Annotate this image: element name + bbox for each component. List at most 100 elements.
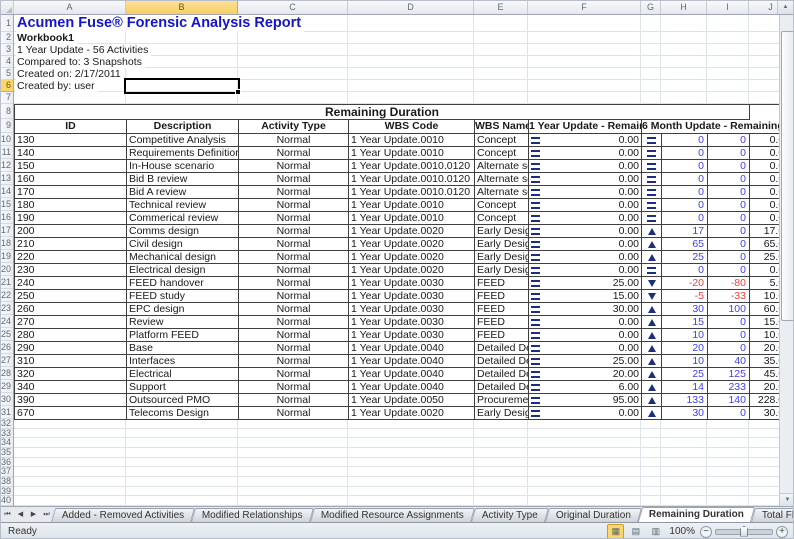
- row-header-21[interactable]: 21: [1, 276, 13, 289]
- first-sheet-icon[interactable]: ⏮: [1, 508, 14, 522]
- empty-cell[interactable]: [661, 80, 707, 91]
- previous-sheet-icon[interactable]: ◀: [14, 508, 27, 522]
- normal-view-icon[interactable]: ▦: [607, 524, 624, 539]
- row-header-16[interactable]: 16: [1, 211, 13, 224]
- table-row[interactable]: 200Comms designNormal1 Year Update.0020E…: [15, 225, 779, 238]
- empty-cell[interactable]: [126, 438, 238, 447]
- empty-cell[interactable]: [474, 92, 528, 103]
- empty-cell[interactable]: [238, 80, 348, 91]
- row-header-2[interactable]: 2: [1, 32, 13, 44]
- empty-cell[interactable]: [528, 429, 641, 438]
- empty-cell[interactable]: [661, 496, 707, 505]
- empty-cell[interactable]: [126, 477, 238, 486]
- empty-cell[interactable]: [14, 448, 126, 457]
- empty-cell[interactable]: [14, 496, 126, 505]
- empty-cell[interactable]: [661, 44, 707, 55]
- empty-cell[interactable]: [661, 438, 707, 447]
- empty-cell[interactable]: [528, 15, 641, 31]
- row-header-12[interactable]: 12: [1, 159, 13, 172]
- empty-cell[interactable]: [661, 68, 707, 79]
- row-header-28[interactable]: 28: [1, 367, 13, 380]
- empty-cell[interactable]: [528, 438, 641, 447]
- active-cell-selection[interactable]: [124, 78, 240, 94]
- empty-cell[interactable]: [749, 80, 779, 91]
- empty-cell[interactable]: [641, 419, 661, 428]
- empty-cell[interactable]: [707, 429, 749, 438]
- empty-cell[interactable]: [348, 68, 474, 79]
- empty-cell[interactable]: [348, 429, 474, 438]
- empty-cell[interactable]: [528, 419, 641, 428]
- row-header-13[interactable]: 13: [1, 172, 13, 185]
- empty-cell[interactable]: [707, 15, 749, 31]
- empty-cell[interactable]: [14, 419, 126, 428]
- empty-cell[interactable]: [528, 44, 641, 55]
- table-row[interactable]: 290BaseNormal1 Year Update.0040Detailed …: [15, 342, 779, 355]
- empty-cell[interactable]: [14, 487, 126, 496]
- empty-cell[interactable]: [661, 32, 707, 43]
- row-header-30[interactable]: 30: [1, 393, 13, 406]
- empty-cell[interactable]: [348, 467, 474, 476]
- empty-cell[interactable]: [707, 80, 749, 91]
- empty-cell[interactable]: [707, 56, 749, 67]
- table-row[interactable]: 250FEED studyNormal1 Year Update.0030FEE…: [15, 290, 779, 303]
- empty-cell[interactable]: [528, 56, 641, 67]
- select-all-corner[interactable]: [1, 1, 14, 14]
- table-row[interactable]: 260EPC designNormal1 Year Update.0030FEE…: [15, 303, 779, 316]
- empty-cell[interactable]: [528, 458, 641, 467]
- empty-cell[interactable]: [707, 477, 749, 486]
- empty-cell[interactable]: [238, 448, 348, 457]
- empty-cell[interactable]: [474, 429, 528, 438]
- empty-cell[interactable]: [641, 56, 661, 67]
- empty-cell[interactable]: [661, 467, 707, 476]
- empty-cell[interactable]: [528, 467, 641, 476]
- row-header-5[interactable]: 5: [1, 68, 13, 80]
- empty-cell[interactable]: [641, 429, 661, 438]
- empty-cell[interactable]: [749, 429, 779, 438]
- table-row[interactable]: 170Bid A reviewNormal1 Year Update.0010.…: [15, 186, 779, 199]
- sheet-tab-modified-relationships[interactable]: Modified Relationships: [191, 508, 314, 522]
- empty-cell[interactable]: [528, 487, 641, 496]
- empty-cell[interactable]: [661, 92, 707, 103]
- empty-cell[interactable]: [348, 419, 474, 428]
- empty-cell[interactable]: [348, 44, 474, 55]
- empty-cell[interactable]: [707, 44, 749, 55]
- empty-cell[interactable]: [126, 419, 238, 428]
- page-break-view-icon[interactable]: ▥: [647, 524, 664, 539]
- row-header-1[interactable]: 1: [1, 15, 13, 32]
- page-layout-view-icon[interactable]: ▤: [627, 524, 644, 539]
- column-header-J[interactable]: J: [749, 1, 777, 14]
- empty-cell[interactable]: [238, 419, 348, 428]
- empty-cell[interactable]: [749, 467, 779, 476]
- empty-cell[interactable]: [641, 44, 661, 55]
- empty-cell[interactable]: [749, 496, 779, 505]
- empty-cell[interactable]: [707, 92, 749, 103]
- empty-cell[interactable]: [707, 68, 749, 79]
- table-row[interactable]: 220Mechanical designNormal1 Year Update.…: [15, 251, 779, 264]
- table-row[interactable]: 140Requirements DefinitionNormal1 Year U…: [15, 147, 779, 160]
- empty-cell[interactable]: [348, 477, 474, 486]
- empty-cell[interactable]: [348, 56, 474, 67]
- empty-cell[interactable]: [749, 419, 779, 428]
- zoom-slider[interactable]: [715, 529, 773, 535]
- column-header-I[interactable]: I: [707, 1, 749, 14]
- row-header-29[interactable]: 29: [1, 380, 13, 393]
- row-header-14[interactable]: 14: [1, 185, 13, 198]
- row-header-17[interactable]: 17: [1, 224, 13, 237]
- empty-cell[interactable]: [474, 15, 528, 31]
- empty-cell[interactable]: [474, 68, 528, 79]
- empty-cell[interactable]: [749, 44, 779, 55]
- table-row[interactable]: 340SupportNormal1 Year Update.0040Detail…: [15, 381, 779, 394]
- empty-cell[interactable]: [14, 458, 126, 467]
- table-row[interactable]: 160Bid B reviewNormal1 Year Update.0010.…: [15, 173, 779, 186]
- empty-cell[interactable]: [641, 32, 661, 43]
- empty-cell[interactable]: [238, 429, 348, 438]
- row-header-4[interactable]: 4: [1, 56, 13, 68]
- table-row[interactable]: 150In-House scenarioNormal1 Year Update.…: [15, 160, 779, 173]
- empty-cell[interactable]: [14, 467, 126, 476]
- empty-cell[interactable]: [126, 32, 238, 43]
- empty-cell[interactable]: [661, 419, 707, 428]
- row-header-20[interactable]: 20: [1, 263, 13, 276]
- empty-cell[interactable]: [749, 92, 779, 103]
- row-header-19[interactable]: 19: [1, 250, 13, 263]
- row-header-8[interactable]: 8: [1, 104, 13, 119]
